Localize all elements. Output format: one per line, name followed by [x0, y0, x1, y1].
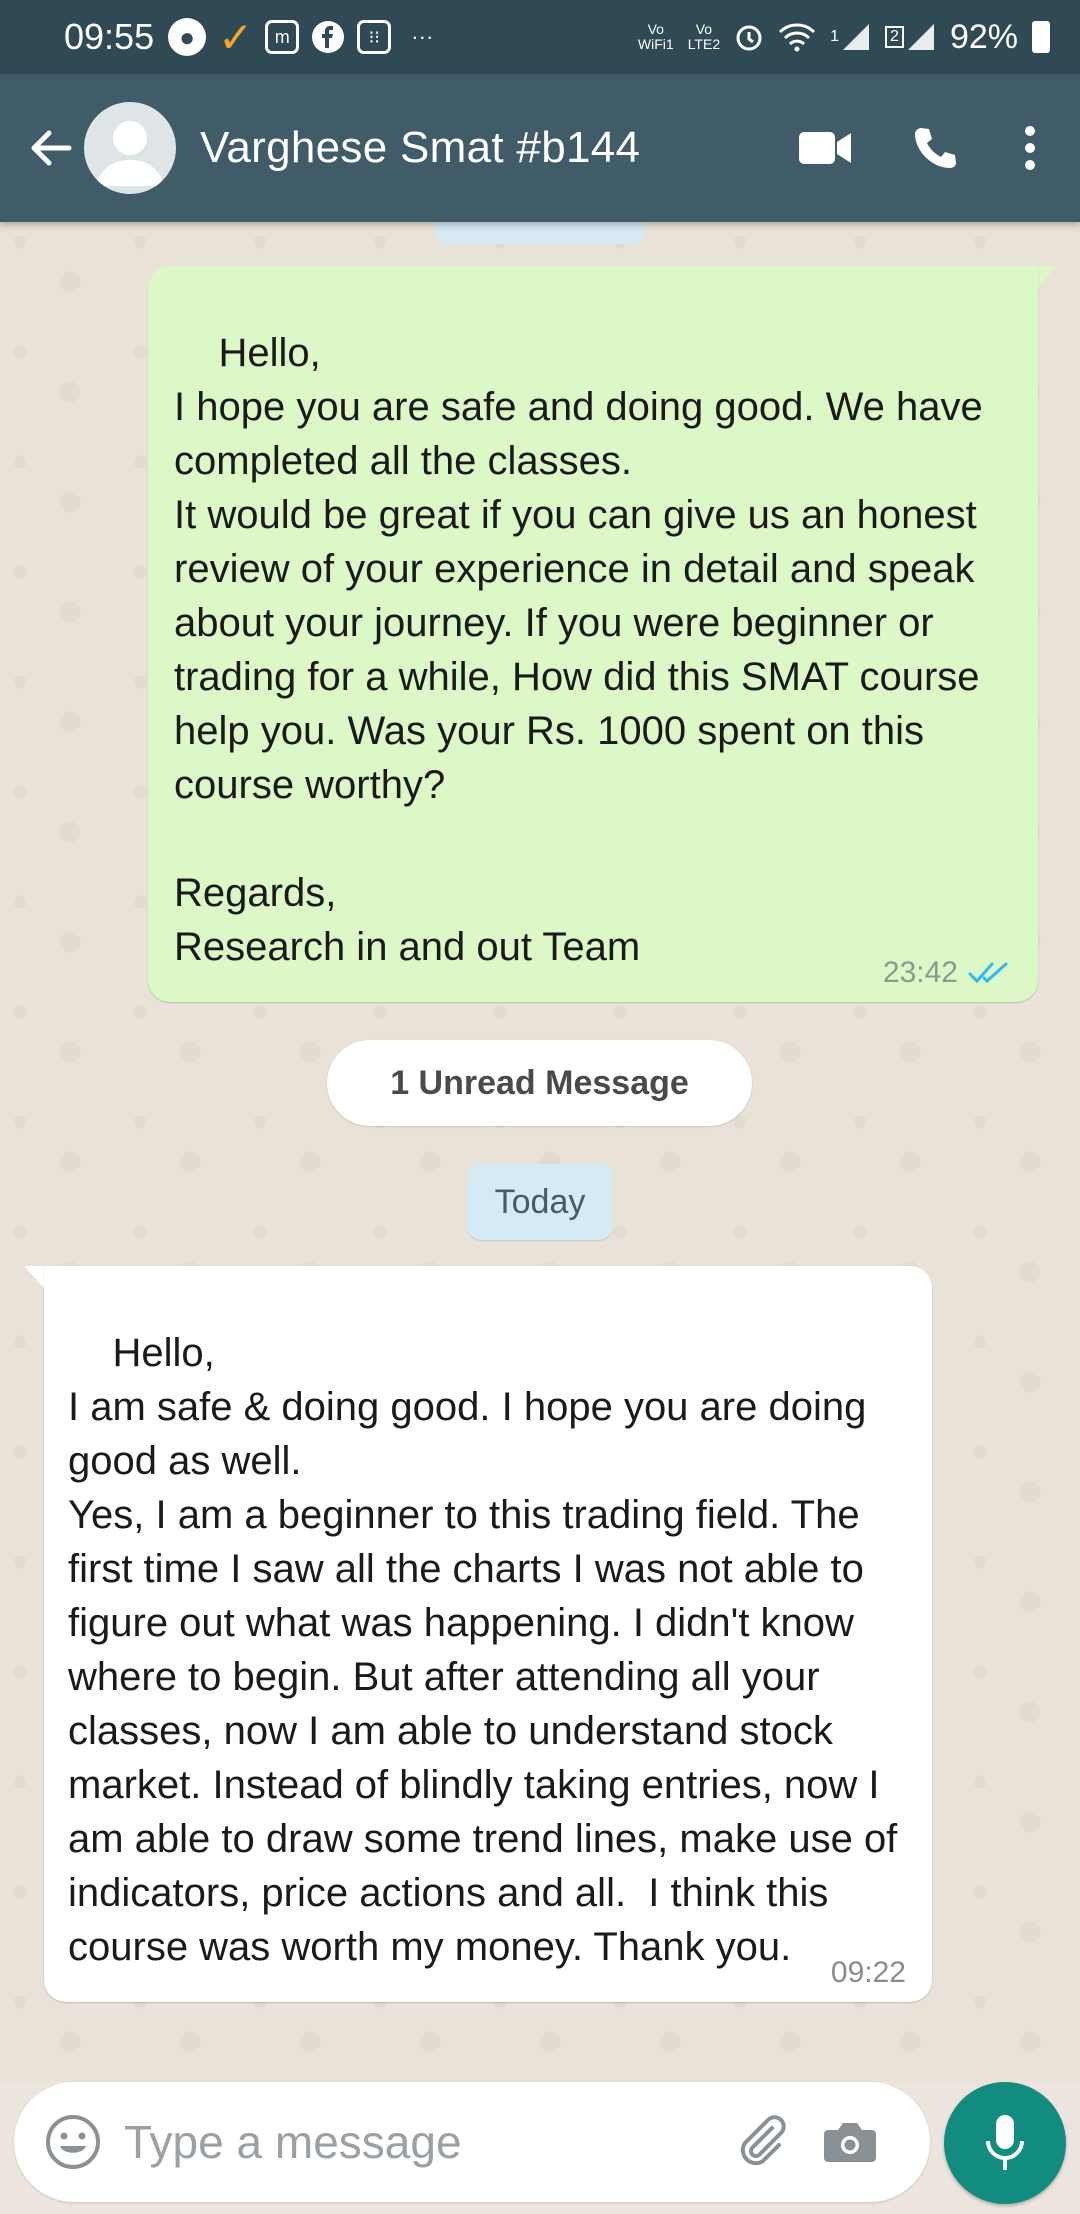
- avatar-icon: [96, 121, 164, 186]
- date-separator: Today: [467, 1164, 613, 1240]
- facebook-notification-icon: [311, 20, 345, 54]
- back-button[interactable]: [18, 108, 82, 188]
- outgoing-bubble-tail: [1038, 266, 1056, 288]
- contact-name[interactable]: Varghese Smat #b144: [200, 123, 640, 173]
- attach-button[interactable]: [722, 2102, 802, 2182]
- signal-sim1-icon: 1: [830, 22, 871, 52]
- camera-icon: [824, 2123, 876, 2162]
- message-time: 23:42: [882, 956, 958, 989]
- avatar[interactable]: [84, 102, 176, 194]
- message-composer: [14, 2082, 930, 2202]
- more-options-button[interactable]: [990, 93, 1070, 203]
- message-meta: 09:22: [831, 1958, 906, 1988]
- battery-icon: [1032, 21, 1050, 53]
- battery-percent: 92%: [949, 17, 1018, 56]
- chat-area[interactable]: Hello, I hope you are safe and doing goo…: [0, 214, 1080, 2082]
- attach-icon: [740, 2115, 786, 2166]
- checkmark-notification-icon: ✓: [218, 13, 254, 61]
- more-notifications-icon: ···: [411, 24, 434, 49]
- phone-icon: [915, 128, 956, 168]
- outgoing-message[interactable]: Hello, I hope you are safe and doing goo…: [148, 266, 1038, 1002]
- message-text: Hello, I hope you are safe and doing goo…: [174, 331, 983, 969]
- double-check-icon: [968, 962, 1008, 984]
- wifi-icon: [778, 22, 816, 52]
- incoming-message[interactable]: Hello, I am safe & doing good. I hope yo…: [44, 1266, 932, 2002]
- unread-banner: 1 Unread Message: [327, 1040, 752, 1126]
- status-bar: 09:55 ● ✓ m ⁝⁝ ··· Vo WiFi1 Vo LTE2 1 2 …: [0, 0, 1080, 74]
- voice-call-button[interactable]: [880, 93, 990, 203]
- message-time: 09:22: [830, 1956, 906, 1989]
- mic-icon: [986, 2115, 1024, 2170]
- messenger-notification-icon: m: [265, 20, 300, 54]
- video-call-icon: [799, 132, 851, 164]
- vowifi-indicator: Vo WiFi1: [637, 21, 674, 52]
- incoming-bubble-tail: [24, 1266, 44, 1288]
- input-bar: [0, 2082, 1080, 2214]
- signal-sim2-icon: 2: [885, 22, 936, 52]
- volte-indicator: Vo LTE2: [687, 21, 721, 52]
- status-time: 09:55: [64, 16, 155, 57]
- emoji-button[interactable]: [38, 2107, 108, 2177]
- back-arrow-icon: [31, 130, 72, 166]
- chat-header: Varghese Smat #b144: [0, 74, 1080, 222]
- emoji-icon: [46, 2115, 100, 2169]
- message-text: Hello, I am safe & doing good. I hope yo…: [68, 1331, 898, 1969]
- voice-record-button[interactable]: [944, 2082, 1066, 2204]
- video-call-button[interactable]: [770, 93, 880, 203]
- message-meta: 23:42: [883, 958, 1012, 988]
- more-vertical-icon: [1025, 126, 1035, 170]
- calculator-notification-icon: ⁝⁝: [357, 20, 392, 54]
- message-input[interactable]: [122, 2114, 706, 2170]
- camera-button[interactable]: [810, 2102, 890, 2182]
- notification-app-icon: ●: [168, 18, 207, 56]
- alarm-icon: [734, 22, 764, 52]
